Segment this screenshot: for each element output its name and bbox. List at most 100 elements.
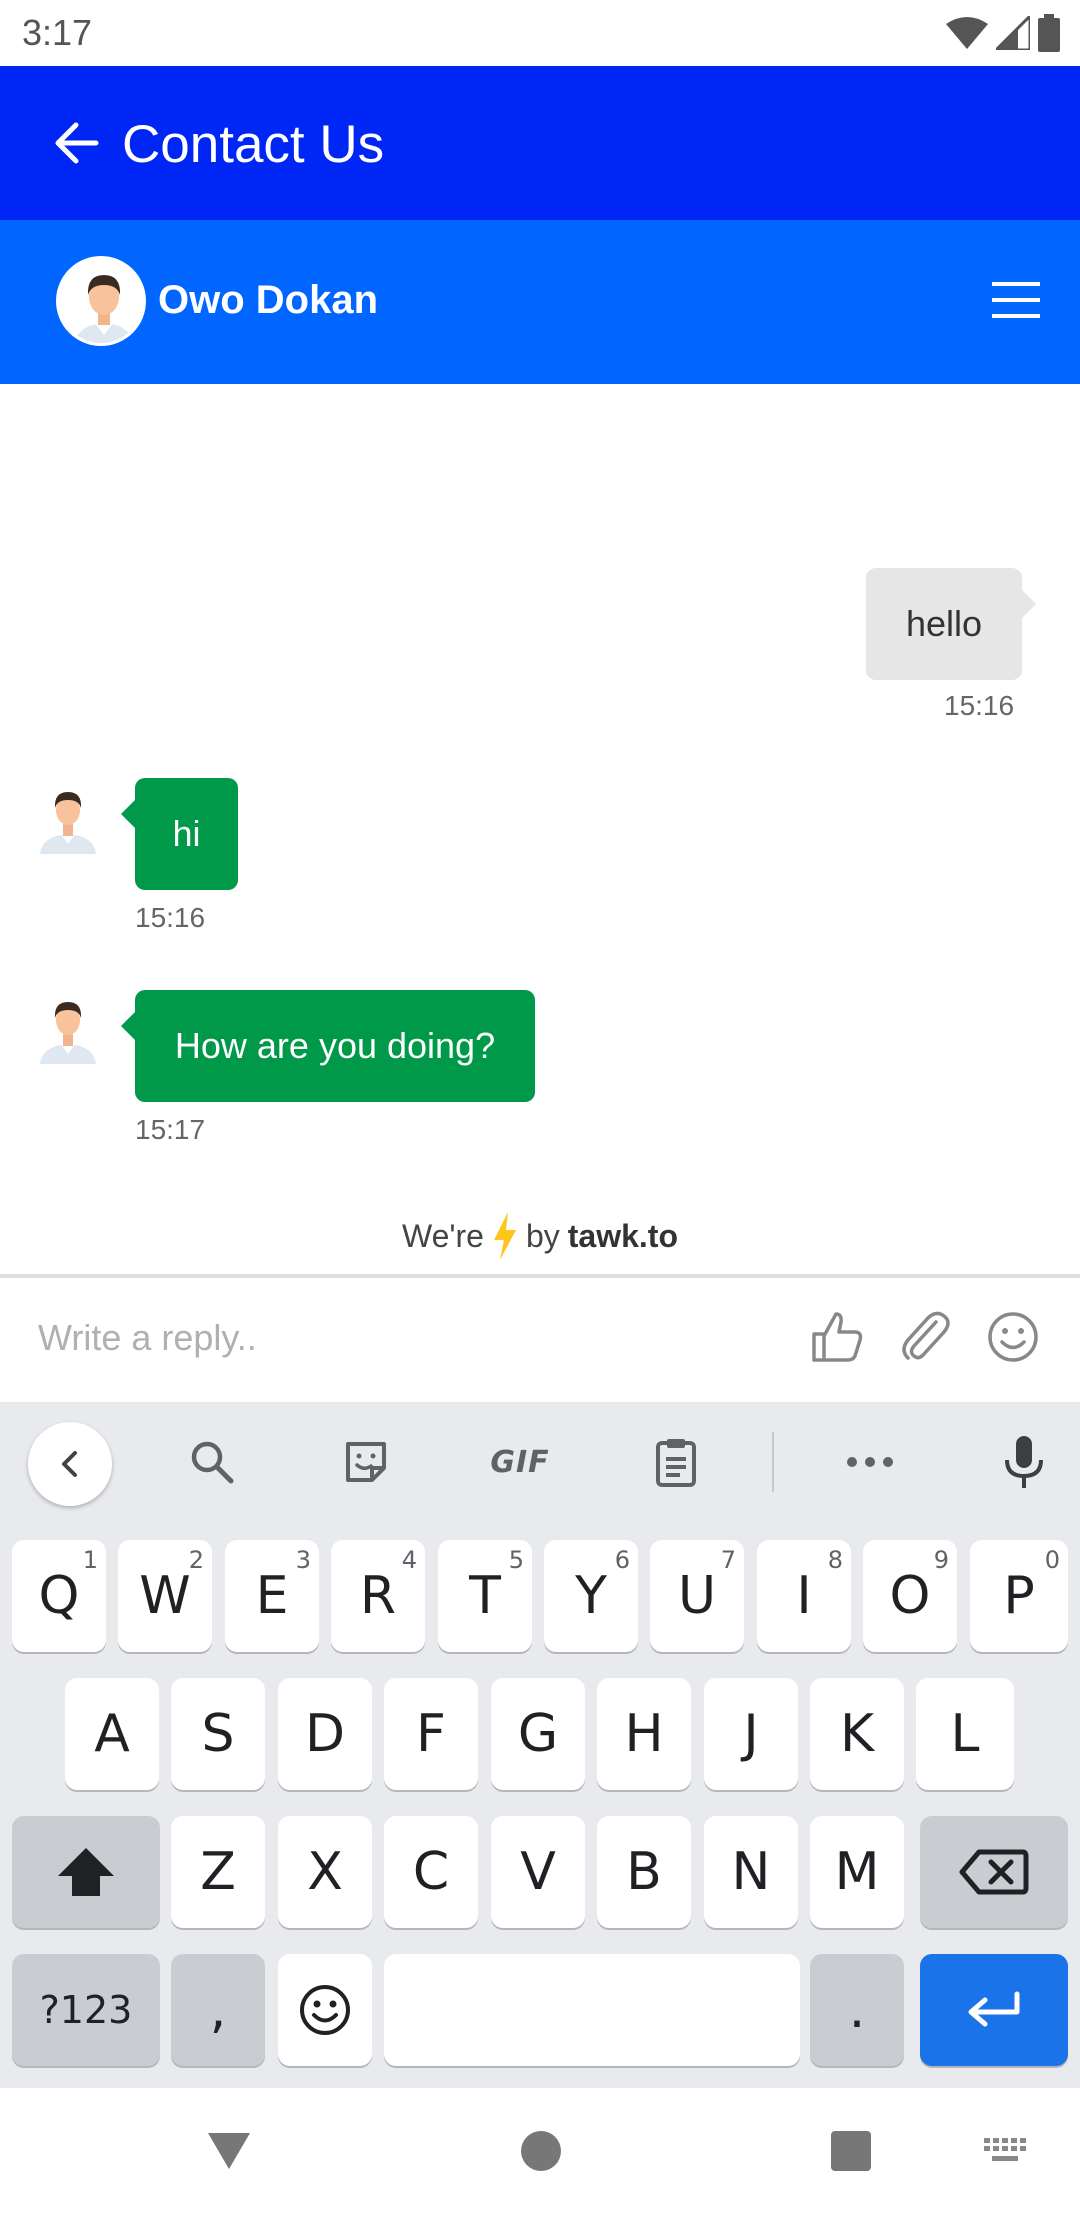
key-w[interactable]: W2 (118, 1540, 212, 1652)
navigation-bar (0, 2088, 1080, 2220)
key-g[interactable]: G (491, 1678, 585, 1790)
hamburger-menu-icon (992, 282, 1040, 318)
status-bar: 3:17 (0, 0, 1080, 66)
message-bubble-incoming: hi (121, 778, 238, 890)
key-l[interactable]: L (916, 1678, 1014, 1790)
key-q[interactable]: Q1 (12, 1540, 106, 1652)
key-v[interactable]: V (491, 1816, 585, 1928)
enter-key[interactable] (920, 1954, 1068, 2066)
back-button[interactable] (50, 117, 102, 169)
key-i[interactable]: I8 (757, 1540, 851, 1652)
key-b[interactable]: B (597, 1816, 691, 1928)
search-icon (191, 1441, 234, 1484)
key-t[interactable]: T5 (438, 1540, 532, 1652)
key-m[interactable]: M (810, 1816, 904, 1928)
voice-input-button[interactable] (992, 1430, 1056, 1494)
key-d[interactable]: D (278, 1678, 372, 1790)
powered-by-by: by (525, 1217, 560, 1254)
nav-recents-button[interactable] (826, 2126, 876, 2176)
period-key[interactable]: . (810, 1954, 904, 2066)
gif-button[interactable]: GIF (484, 1430, 556, 1494)
reply-input[interactable] (38, 1308, 778, 1368)
smiley-icon (300, 1985, 350, 2035)
message-time: 15:16 (135, 902, 206, 933)
key-a[interactable]: A (65, 1678, 159, 1790)
message-bubble-outgoing: hello (866, 568, 1036, 680)
key-o[interactable]: O9 (863, 1540, 957, 1652)
sticker-icon (346, 1442, 386, 1482)
nav-home-button[interactable] (516, 2126, 566, 2176)
message-time: 15:17 (135, 1114, 206, 1145)
thumbs-up-icon (812, 1312, 863, 1362)
comma-key[interactable]: , (171, 1954, 265, 2066)
thumbs-up-button[interactable] (808, 1308, 866, 1366)
key-r[interactable]: R4 (331, 1540, 425, 1652)
message-bubble-incoming: How are you doing? (121, 990, 535, 1102)
agent-avatar (56, 256, 146, 346)
arrow-left-icon (55, 122, 99, 164)
microphone-icon (1005, 1436, 1043, 1488)
powered-by-prefix: We're (401, 1217, 484, 1254)
key-e[interactable]: E3 (225, 1540, 319, 1652)
keyboard-toolbar: GIF (0, 1402, 1080, 1522)
enter-arrow-icon (968, 1991, 1020, 2027)
wifi-icon (946, 17, 988, 49)
space-key[interactable] (384, 1954, 800, 2066)
sticker-button[interactable] (334, 1430, 398, 1494)
signal-icon (996, 16, 1030, 50)
toolbar-divider (772, 1432, 774, 1492)
key-y[interactable]: Y6 (544, 1540, 638, 1652)
status-icons (946, 14, 1060, 52)
lightning-bolt-icon (493, 1212, 516, 1260)
battery-icon (1038, 14, 1060, 52)
agent-avatar-small (36, 992, 100, 1064)
clipboard-button[interactable] (644, 1430, 708, 1494)
menu-button[interactable] (990, 278, 1042, 322)
key-u[interactable]: U7 (650, 1540, 744, 1652)
smiley-icon (988, 1312, 1038, 1362)
key-p[interactable]: P0 (970, 1540, 1068, 1652)
collapse-toolbar-button[interactable] (28, 1422, 112, 1506)
chat-header: Owo Dokan (0, 220, 1080, 384)
message-time: 15:16 (944, 690, 1015, 721)
key-x[interactable]: X (278, 1816, 372, 1928)
key-j[interactable]: J (704, 1678, 798, 1790)
gif-label: GIF (490, 1444, 550, 1480)
attach-button[interactable] (896, 1308, 954, 1366)
keyboard: GIF Q1 W2 E3 R4 T5 Y6 U7 I8 O9 P0 A S D … (0, 1402, 1080, 2088)
key-k[interactable]: K (810, 1678, 904, 1790)
nav-back-button[interactable] (204, 2126, 254, 2176)
backspace-icon (959, 1849, 1029, 1895)
clipboard-icon (656, 1439, 696, 1487)
chevron-left-icon (62, 1451, 77, 1477)
more-horizontal-icon (847, 1457, 893, 1467)
more-options-button[interactable] (838, 1430, 902, 1494)
key-z[interactable]: Z (171, 1816, 265, 1928)
triangle-back-icon (208, 2133, 250, 2169)
key-s[interactable]: S (171, 1678, 265, 1790)
key-h[interactable]: H (597, 1678, 691, 1790)
shift-arrow-icon (58, 1848, 114, 1896)
keyboard-icon (984, 2138, 1026, 2161)
keyboard-search-button[interactable] (180, 1430, 244, 1494)
shift-key[interactable] (12, 1816, 160, 1928)
symbols-key[interactable]: ?123 (12, 1954, 160, 2066)
page-title: Contact Us (122, 115, 385, 174)
app-bar: Contact Us (0, 66, 1080, 220)
key-f[interactable]: F (384, 1678, 478, 1790)
message-list[interactable]: hello 15:16 hi 15:16 How are you doing? … (0, 384, 1080, 1274)
square-recents-icon (831, 2131, 871, 2171)
key-n[interactable]: N (704, 1816, 798, 1928)
emoji-button[interactable] (984, 1308, 1042, 1366)
keyboard-switch-button[interactable] (980, 2126, 1030, 2176)
status-time: 3:17 (22, 12, 93, 53)
powered-by[interactable]: We're by tawk.to (0, 1212, 1080, 1260)
backspace-key[interactable] (920, 1816, 1068, 1928)
agent-name: Owo Dokan (158, 278, 379, 322)
key-c[interactable]: C (384, 1816, 478, 1928)
circle-home-icon (521, 2131, 561, 2171)
agent-avatar-small (36, 782, 100, 854)
reply-bar (0, 1274, 1080, 1402)
emoji-key[interactable] (278, 1954, 372, 2066)
brand-name: tawk.to (567, 1217, 678, 1254)
